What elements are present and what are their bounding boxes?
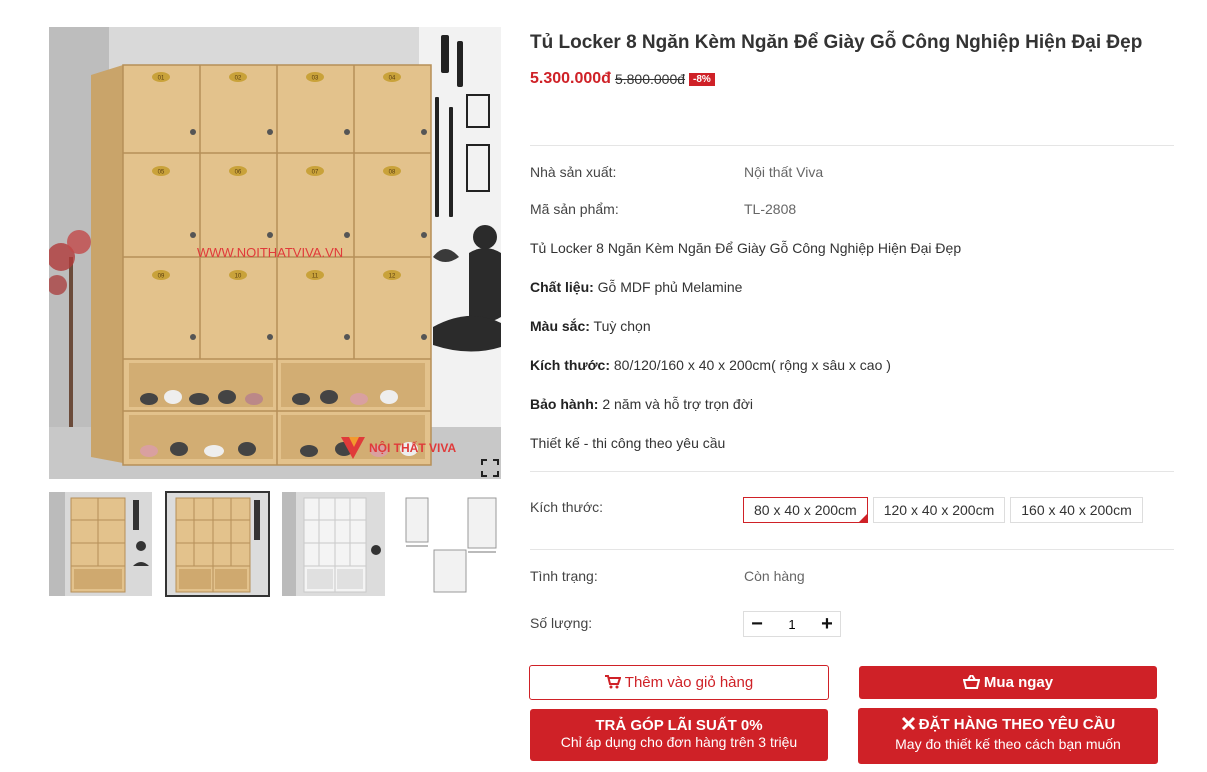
quantity-stepper: − + (743, 611, 841, 637)
custom-order-subtitle: May đo thiết kế theo cách bạn muốn (895, 736, 1121, 752)
locker-number: 04 (389, 76, 396, 82)
status-value: Còn hàng (744, 568, 805, 584)
installment-title: TRẢ GÓP LÃI SUẤT 0% (595, 717, 763, 734)
svg-text:NỘI THẤT VIVA: NỘI THẤT VIVA (369, 440, 456, 455)
status-row: Tình trạng: Còn hàng (530, 568, 805, 584)
buy-now-button[interactable]: Mua ngay (859, 666, 1157, 699)
warranty-line: Bảo hành: 2 năm và hỗ trợ trọn đời (530, 396, 753, 412)
thumb-size-diagram[interactable] (398, 492, 501, 596)
buy-now-label: Mua ngay (983, 674, 1054, 691)
current-price: 5.300.000đ (530, 70, 611, 87)
locker-number: 10 (235, 274, 242, 280)
product-title: Tủ Locker 8 Ngăn Kèm Ngăn Để Giày Gỗ Côn… (530, 32, 1143, 53)
material-line: Chất liệu: Gỗ MDF phủ Melamine (530, 279, 742, 295)
main-product-image[interactable]: 01 02 03 04 05 06 07 08 09 10 11 12 WWW.NOITHATVIVA… (49, 27, 501, 479)
discount-badge: -8% (689, 72, 715, 86)
color-label: Màu sắc: (530, 318, 590, 334)
cart-icon (604, 675, 622, 689)
basket-icon (962, 674, 981, 689)
size-options: 80 x 40 x 200cm 120 x 40 x 200cm 160 x 4… (743, 497, 1148, 523)
custom-order-title: ĐẶT HÀNG THEO YÊU CẦU (858, 716, 1158, 733)
quantity-decrease-button[interactable]: − (744, 612, 770, 636)
add-to-cart-label: Thêm vào giỏ hàng (624, 674, 754, 691)
custom-order-button[interactable]: ĐẶT HÀNG THEO YÊU CẦU May đo thiết kế th… (858, 708, 1158, 764)
product-info: Tủ Locker 8 Ngăn Kèm Ngăn Để Giày Gỗ Côn… (530, 27, 1174, 91)
dimension-label: Kích thước: (530, 357, 610, 373)
locker-number: 08 (389, 170, 396, 176)
divider-mid (530, 471, 1174, 472)
quantity-label: Số lượng: (530, 615, 593, 631)
size-row: Kích thước: (530, 499, 743, 515)
locker-number: 09 (158, 274, 165, 280)
locker-illustration: 01 02 03 04 05 06 07 08 09 10 11 12 WWW.NOITHATVIVA… (49, 27, 501, 479)
installment-subtitle: Chỉ áp dụng cho đơn hàng trên 3 triệu (560, 734, 798, 750)
sku-value: TL-2808 (744, 201, 797, 217)
expand-icon[interactable] (481, 459, 499, 477)
thumb-wood-locker[interactable] (49, 492, 152, 596)
locker-number: 03 (312, 76, 319, 82)
old-price: 5.800.000đ (614, 71, 686, 87)
manufacturer-value: Nội thất Viva (744, 164, 824, 180)
dimension-line: Kích thước: 80/120/160 x 40 x 200cm( rộn… (530, 357, 891, 373)
locker-number: 07 (312, 170, 319, 176)
quantity-increase-button[interactable]: + (814, 612, 840, 636)
tools-icon (901, 716, 915, 731)
warranty-value: 2 năm và hỗ trợ trọn đời (598, 396, 753, 412)
installment-button[interactable]: TRẢ GÓP LÃI SUẤT 0% Chỉ áp dụng cho đơn … (530, 709, 828, 761)
divider-top (530, 145, 1174, 146)
color-line: Màu sắc: Tuỳ chọn (530, 318, 651, 334)
locker-number: 05 (158, 170, 165, 176)
locker-cabinet: 01 02 03 04 05 06 07 08 09 10 11 12 (91, 64, 432, 466)
size-option-80[interactable]: 80 x 40 x 200cm (743, 497, 868, 523)
manufacturer-label: Nhà sản xuất: (530, 164, 617, 180)
material-value: Gỗ MDF phủ Melamine (593, 279, 743, 295)
price-row: 5.300.000đ 5.800.000đ -8% (530, 67, 1174, 91)
size-option-120[interactable]: 120 x 40 x 200cm (872, 497, 1006, 523)
quantity-row: Số lượng: (530, 615, 744, 631)
manufacturer-row: Nhà sản xuất: Nội thất Viva (530, 164, 823, 180)
locker-number: 11 (312, 274, 319, 280)
locker-number: 12 (389, 274, 396, 280)
size-label: Kích thước: (530, 499, 604, 515)
locker-number: 06 (235, 170, 242, 176)
status-label: Tình trạng: (530, 568, 598, 584)
quantity-input[interactable] (770, 612, 814, 636)
thumbnail-strip (49, 491, 501, 598)
add-to-cart-button[interactable]: Thêm vào giỏ hàng (529, 665, 829, 700)
locker-number: 02 (235, 76, 242, 82)
size-option-160[interactable]: 160 x 40 x 200cm (1010, 497, 1143, 523)
sku-label: Mã sản phẩm: (530, 201, 619, 217)
color-value: Tuỳ chọn (589, 318, 651, 334)
dimension-value: 80/120/160 x 40 x 200cm( rộng x sâu x ca… (609, 357, 891, 373)
sku-row: Mã sản phẩm: TL-2808 (530, 201, 796, 217)
product-summary: Tủ Locker 8 Ngăn Kèm Ngăn Để Giày Gỗ Côn… (530, 240, 962, 256)
divider-low (530, 549, 1174, 550)
material-label: Chất liệu: (530, 279, 594, 295)
watermark-text: WWW.NOITHATVIVA.VN (197, 245, 343, 260)
locker-number: 01 (158, 76, 165, 82)
thumb-white-locker[interactable] (282, 492, 385, 596)
thumb-wood-locker-front[interactable] (165, 491, 270, 597)
warranty-label: Bảo hành: (530, 396, 599, 412)
design-note: Thiết kế - thi công theo yêu cầu (530, 435, 726, 451)
